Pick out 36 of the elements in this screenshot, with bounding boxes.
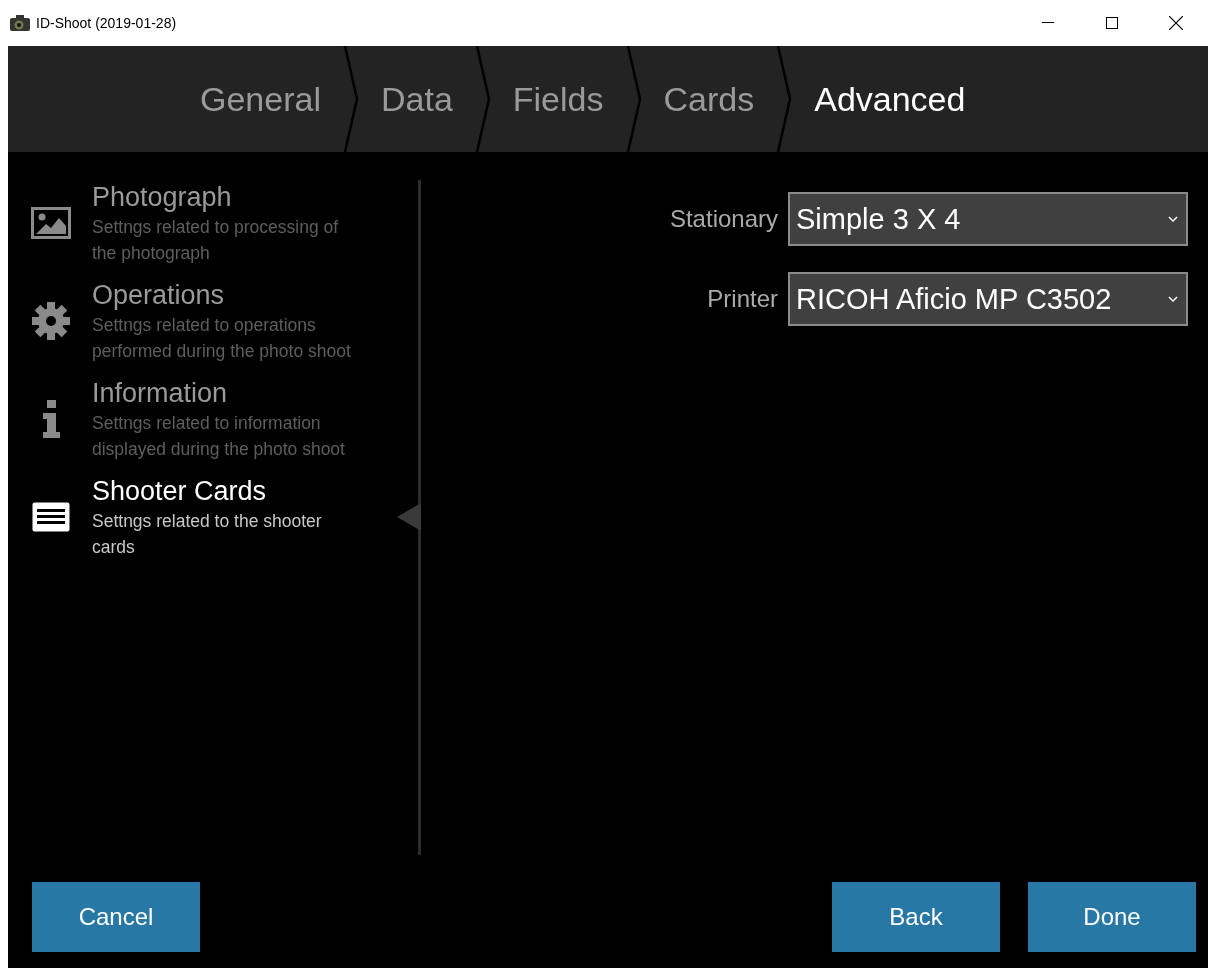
close-icon — [1169, 16, 1183, 30]
chevron-down-icon — [1168, 296, 1178, 302]
maximize-icon — [1106, 17, 1118, 29]
step-tab[interactable]: Advanced — [792, 46, 988, 152]
step-tab[interactable]: Fields — [490, 46, 626, 152]
field-label: Printer — [707, 285, 778, 313]
selection-pointer-icon — [397, 503, 421, 531]
image-icon — [31, 207, 71, 239]
cancel-button[interactable]: Cancel — [32, 882, 200, 952]
info-icon — [41, 400, 61, 438]
window-title: ID-Shoot (2019-01-28) — [36, 15, 178, 31]
settings-category[interactable]: Shooter Cards Settngs related to the shooter cards — [30, 474, 418, 560]
minimize-icon — [1042, 22, 1054, 24]
done-button[interactable]: Done — [1028, 882, 1196, 952]
category-title: Operations — [92, 279, 226, 312]
field-label: Stationary — [669, 205, 778, 233]
settings-category[interactable]: Information Settngs related to information displayed during the photo shoot — [30, 376, 418, 462]
step-tab[interactable]: General — [178, 46, 343, 152]
step-tab[interactable]: Data — [358, 46, 475, 152]
chevron-down-icon — [1168, 216, 1178, 222]
category-description: Settngs related to processing of the photograph — [92, 216, 340, 265]
category-title: Shooter Cards — [92, 475, 268, 508]
category-description: Settngs related to operations performed during the photo shoot — [92, 314, 352, 363]
dropdown-field[interactable]: Simple 3 X 4 — [788, 192, 1188, 246]
settings-category[interactable]: Photograph Settngs related to processing of the photograph — [30, 180, 418, 266]
settings-category[interactable]: Operations Settngs related to operations performed during the photo shoot — [30, 278, 418, 364]
camera-icon — [10, 15, 30, 31]
list-icon — [31, 501, 71, 533]
step-tab[interactable]: Cards — [641, 46, 777, 152]
category-title: Photograph — [92, 181, 233, 214]
dropdown-field[interactable]: RICOH Aficio MP C3502 — [788, 272, 1188, 326]
category-description: Settngs related to the shooter cards — [92, 510, 323, 559]
back-button[interactable]: Back — [832, 882, 1000, 952]
gear-icon — [31, 301, 71, 341]
category-description: Settngs related to information displayed during the photo shoot — [92, 412, 346, 461]
category-title: Information — [92, 377, 229, 410]
